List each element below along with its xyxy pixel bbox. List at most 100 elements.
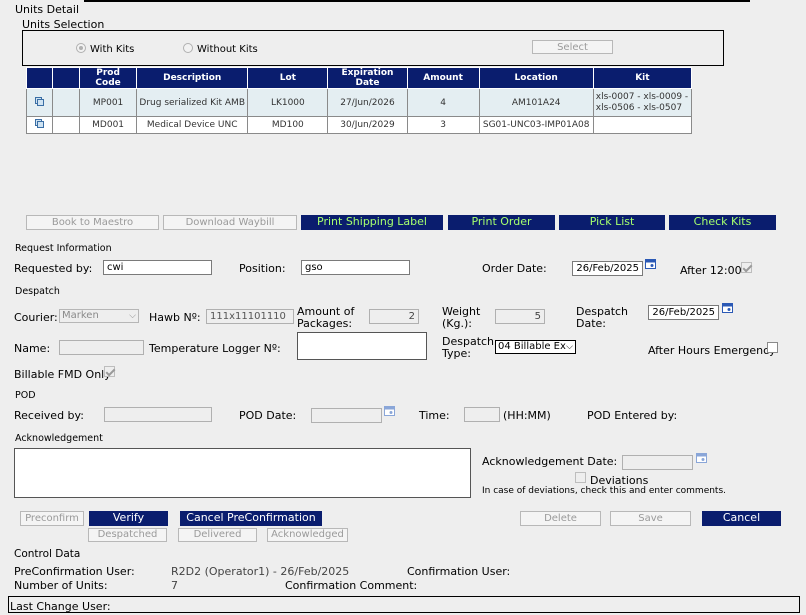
calendar-icon[interactable] (696, 452, 707, 463)
chevron-down-icon: ⌵ (566, 342, 573, 352)
despatched-button[interactable]: Despatched (88, 528, 167, 542)
calendar-icon[interactable] (722, 302, 733, 313)
temp-logger-textarea[interactable] (297, 332, 427, 360)
despatch-type-value: 04 Billable Ex (498, 341, 566, 352)
select-button[interactable]: Select (532, 40, 613, 54)
col-header-location: Location (478, 67, 594, 89)
name-label: Name: (14, 342, 51, 355)
name-input[interactable] (59, 340, 144, 355)
print-order-button[interactable]: Print Order (448, 215, 555, 230)
kit-line: xls-0506 - xls-0507 (595, 102, 683, 113)
units-table: Prod Code Description Lot Expiration Dat… (25, 67, 693, 134)
requested-by-input[interactable]: cwi (103, 260, 212, 275)
pick-list-button[interactable]: Pick List (559, 215, 665, 230)
after-hours-label: After Hours Emergency (648, 344, 776, 357)
billable-fmd-label: Billable FMD Only (14, 368, 111, 381)
col-header-icon (25, 67, 54, 89)
pod-date-label: POD Date: (239, 409, 297, 422)
table-row: MP001 Drug serialized Kit AMB LK1000 27/… (25, 88, 693, 117)
requested-by-label: Requested by: (14, 262, 93, 275)
after-hours-checkbox[interactable] (767, 342, 778, 353)
cell-expiration: 27/Jun/2026 (327, 88, 408, 117)
amount-packages-input[interactable]: 2 (369, 309, 419, 324)
deviations-hint: In case of deviations, check this and en… (482, 486, 727, 496)
cell-location: AM101A24 (478, 88, 594, 117)
time-input[interactable] (464, 407, 500, 422)
received-by-input[interactable] (104, 407, 212, 422)
print-shipping-label-button[interactable]: Print Shipping Label (301, 215, 443, 230)
weight-input[interactable]: 5 (495, 309, 545, 324)
col-header-lot: Lot (247, 67, 329, 89)
col-header-kit: Kit (592, 67, 693, 89)
check-kits-button[interactable]: Check Kits (669, 215, 776, 230)
calendar-icon[interactable] (384, 405, 395, 416)
chevron-down-icon: ⌵ (129, 311, 136, 321)
amount-packages-label-2: Packages: (297, 317, 353, 330)
acknowledgement-textarea[interactable] (14, 448, 471, 498)
order-date-label: Order Date: (482, 262, 547, 275)
confirmation-user-label: Confirmation User: (407, 565, 511, 578)
book-to-maestro-button[interactable]: Book to Maestro (26, 215, 159, 230)
order-date-input[interactable]: 26/Feb/2025 (572, 261, 643, 276)
acknowledgement-date-input[interactable] (622, 455, 693, 470)
position-label: Position: (239, 262, 286, 275)
after-12-label: After 12:00 (680, 264, 742, 277)
billable-fmd-checkbox[interactable] (104, 366, 115, 377)
cell-amount: 3 (406, 116, 480, 134)
acknowledgement-date-label: Acknowledgement Date: (482, 455, 618, 468)
preconfirmation-user-label: PreConfirmation User: (14, 565, 135, 578)
page-title: Units Detail (15, 3, 80, 16)
confirmation-comment-label: Confirmation Comment: (285, 579, 418, 592)
cell-location: SG01-UNC03-IMP01A08 (478, 116, 594, 134)
delivered-button[interactable]: Delivered (178, 528, 257, 542)
copy-icon[interactable] (35, 96, 45, 106)
courier-select[interactable]: Marken ⌵ (59, 309, 139, 323)
preconfirmation-user-value: R2D2 (Operator1) - 26/Feb/2025 (171, 565, 350, 578)
col-header-prod-code: Prod Code (79, 67, 138, 89)
delete-button[interactable]: Delete (520, 511, 601, 526)
number-units-label: Number of Units: (14, 579, 108, 592)
cell-description: Medical Device UNC (136, 116, 249, 134)
despatch-section: Despatch (15, 286, 60, 297)
after-12-checkbox[interactable] (741, 262, 752, 273)
col-header-expiration: Expiration Date (327, 67, 408, 89)
cell-lot: MD100 (247, 116, 329, 134)
row-edit-cell[interactable] (25, 116, 54, 134)
deviations-checkbox[interactable] (575, 472, 586, 483)
control-data-section: Control Data (14, 548, 81, 560)
courier-label: Courier: (14, 311, 58, 324)
cancel-preconfirmation-button[interactable]: Cancel PreConfirmation (180, 511, 322, 526)
without-kits-radio[interactable] (183, 43, 193, 53)
preconfirm-button[interactable]: Preconfirm (20, 511, 84, 526)
verify-button[interactable]: Verify (89, 511, 168, 526)
cell-kit: xls-0007 - xls-0009 - xls-0506 - xls-050… (592, 88, 693, 117)
col-header-blank (52, 67, 81, 89)
download-waybill-button[interactable]: Download Waybill (163, 215, 297, 230)
hawb-input[interactable]: 111x11101110 (206, 309, 294, 324)
calendar-icon[interactable] (645, 258, 656, 269)
despatch-date-input[interactable]: 26/Feb/2025 (648, 305, 719, 320)
copy-icon[interactable] (35, 119, 45, 128)
temp-logger-label: Temperature Logger Nº: (149, 342, 281, 355)
number-units-value: 7 (171, 579, 178, 592)
despatch-type-label-2: Type: (442, 347, 471, 360)
pod-date-input[interactable] (311, 408, 382, 423)
cell-expiration: 30/Jun/2029 (327, 116, 408, 134)
with-kits-label: With Kits (90, 44, 135, 55)
save-button[interactable]: Save (610, 511, 691, 526)
cancel-button[interactable]: Cancel (702, 511, 781, 526)
weight-label-2: (Kg.): (442, 317, 472, 330)
row-edit-cell[interactable] (25, 88, 54, 117)
acknowledgement-section: Acknowledgement (15, 433, 103, 444)
courier-value: Marken (62, 310, 99, 321)
despatch-type-select[interactable]: 04 Billable Ex ⌵ (495, 340, 576, 354)
col-header-description: Description (136, 67, 249, 89)
cell-amount: 4 (406, 88, 480, 117)
despatch-date-label-2: Date: (576, 317, 606, 330)
with-kits-radio[interactable] (76, 43, 86, 53)
pod-section: POD (15, 390, 36, 401)
position-input[interactable]: gso (301, 260, 410, 275)
col-header-amount: Amount (406, 67, 480, 89)
acknowledged-button[interactable]: Acknowledged (267, 528, 348, 542)
kit-line: xls-0007 - xls-0009 - (595, 91, 689, 102)
